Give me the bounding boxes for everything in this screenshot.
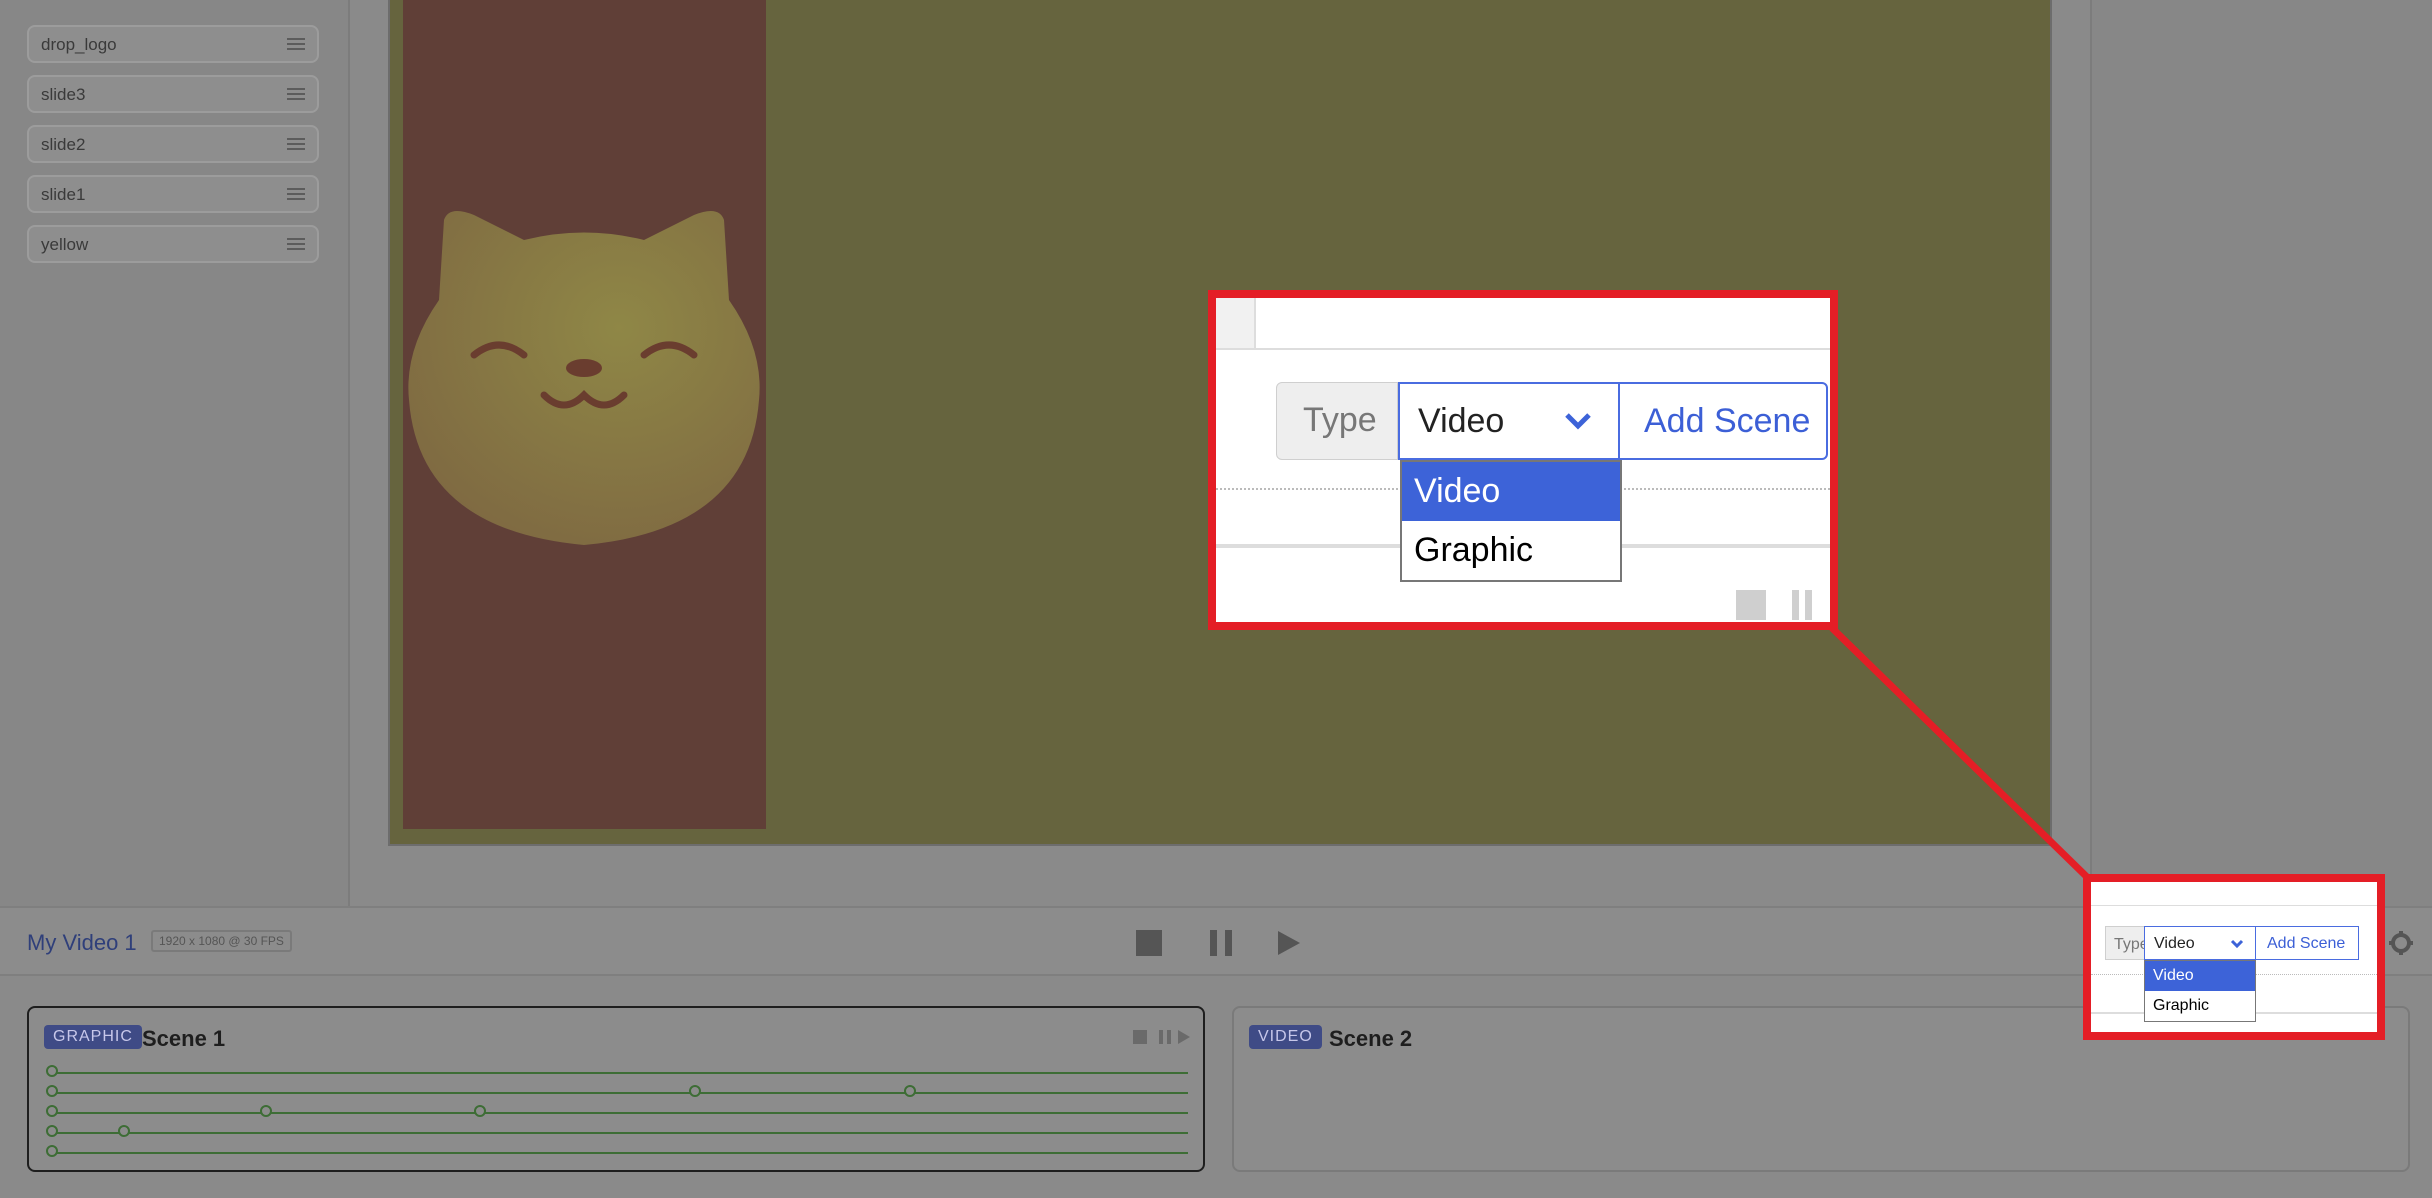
option-graphic[interactable]: Graphic [1402, 521, 1620, 580]
type-label: Type [1276, 382, 1398, 460]
stop-icon[interactable] [1736, 590, 1766, 620]
option-video[interactable]: Video [1402, 462, 1620, 521]
scene-type-dropdown: Video Graphic [1400, 460, 1622, 582]
divider [1216, 348, 1830, 350]
chevron-down-icon [1565, 413, 1591, 430]
tab-stub [1216, 298, 1256, 348]
pause-icon[interactable] [1792, 590, 1812, 620]
scene-type-select[interactable]: Video [1398, 382, 1620, 460]
selected-value: Video [1418, 402, 1505, 440]
add-scene-zoom-callout: Type Video Add Scene Video Graphic [1208, 290, 1838, 630]
add-scene-button[interactable]: Add Scene [1618, 382, 1828, 460]
